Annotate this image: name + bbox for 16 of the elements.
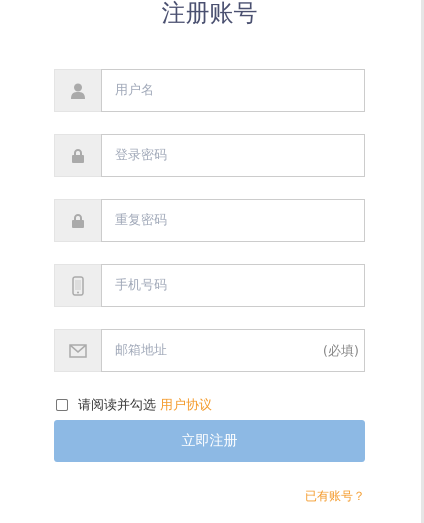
lock-icon [72,214,84,228]
input-field[interactable]: 用户名 [101,69,365,112]
page-title: 注册账号 [160,0,258,26]
required-hint: (必填) [322,342,359,360]
phone-icon [72,276,84,296]
agreement-text: 请阅读并勾选 [78,397,156,414]
agreement-checkbox[interactable] [56,399,68,411]
input-field[interactable]: 手机号码 [101,264,365,307]
mail-icon [69,344,87,358]
input-field[interactable]: 登录密码 [101,134,365,177]
login-link[interactable]: 已有账号？ [305,488,365,505]
input-field[interactable]: 邮箱地址 (必填) [101,329,365,372]
user-icon [71,82,85,98]
user-agreement-link[interactable]: 用户协议 [160,396,212,414]
lock-icon [72,148,84,162]
input-field[interactable]: 重复密码 [101,199,365,242]
